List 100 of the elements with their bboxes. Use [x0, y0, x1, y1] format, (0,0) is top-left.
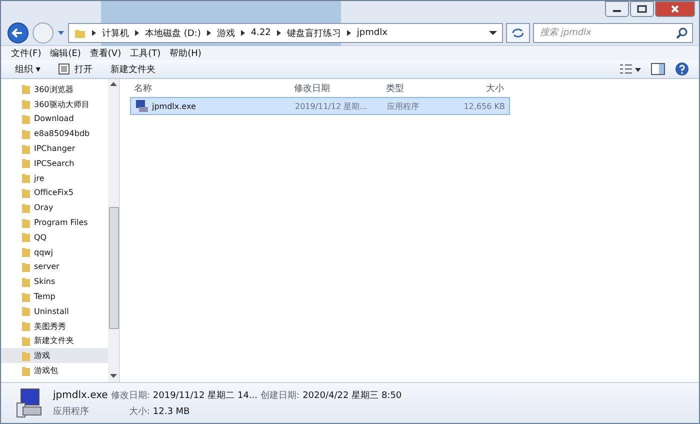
- folder-item[interactable]: IPCSearch: [1, 156, 108, 171]
- folder-icon: [21, 157, 31, 170]
- folder-item[interactable]: jre: [1, 170, 108, 186]
- back-icon[interactable]: [7, 22, 29, 44]
- folder-icon: [21, 128, 31, 140]
- folder-icon: [21, 334, 31, 347]
- folder-item[interactable]: Temp: [1, 289, 108, 304]
- breadcrumb-item[interactable]: jpmdlx: [356, 28, 388, 38]
- menu-item[interactable]: 工具(T): [130, 46, 161, 60]
- breadcrumb-item[interactable]: 游戏: [216, 26, 235, 40]
- chevron-icon: [276, 29, 282, 37]
- folder-label: OfficeFix5: [34, 188, 74, 198]
- folder-icon: [21, 364, 31, 377]
- menu-item[interactable]: 查看(V): [90, 46, 122, 60]
- search-field[interactable]: 搜索 jpmdlx: [533, 23, 693, 43]
- address-bar[interactable]: 计算机 本地磁盘 (D:) 游戏 4.22 键盘盲打练习 jpmdlx: [68, 23, 503, 43]
- folder-item[interactable]: Download: [1, 112, 108, 126]
- folder-icon: [21, 98, 31, 110]
- folder-item[interactable]: server: [1, 260, 108, 274]
- folder-label: 美图秀秀: [34, 320, 66, 332]
- folder-icon: [21, 350, 31, 362]
- folder-item[interactable]: 游戏包: [1, 363, 108, 378]
- table-cell-text: 应用程序: [386, 100, 420, 112]
- folder-icon: [21, 231, 31, 244]
- view-options-icon[interactable]: [619, 63, 641, 75]
- column-header[interactable]: 大小: [452, 82, 508, 94]
- created-label: 创建日期:: [260, 390, 300, 402]
- chevron-icon: [240, 29, 246, 37]
- document-icon: [58, 63, 70, 75]
- maximize-button[interactable]: [630, 1, 654, 17]
- folder-item[interactable]: QQ: [1, 230, 108, 245]
- search-icon: [676, 27, 688, 39]
- folder-label: e8a85094bdb: [34, 129, 90, 138]
- column-header[interactable]: 修改日期: [290, 82, 382, 94]
- folder-label: jre: [34, 174, 44, 183]
- folder-item[interactable]: Skins: [1, 274, 108, 290]
- file-row[interactable]: jpmdlx.exe 2019/11/12 星期... 应用程序 12,656 KB: [130, 97, 510, 115]
- breadcrumb-item[interactable]: 计算机: [102, 26, 129, 40]
- close-button[interactable]: [655, 1, 695, 17]
- search-input[interactable]: 搜索 jpmdlx: [538, 27, 676, 39]
- folder-icon: [21, 320, 31, 332]
- modified-label: 修改日期:: [110, 390, 150, 402]
- column-header[interactable]: 名称: [130, 82, 290, 94]
- folder-item[interactable]: 游戏: [1, 348, 108, 364]
- modified-value: 2019/11/12 星期二 14...: [152, 390, 258, 402]
- breadcrumb-item[interactable]: 4.22: [250, 28, 271, 38]
- menu-item[interactable]: 帮助(H): [170, 46, 202, 60]
- folder-item[interactable]: e8a85094bdb: [1, 126, 108, 142]
- folder-item[interactable]: qqwj: [1, 244, 108, 260]
- organize-button[interactable]: 组织 ▾: [11, 62, 44, 76]
- scroll-down-icon[interactable]: [110, 374, 117, 379]
- open-button[interactable]: 打开: [54, 62, 96, 76]
- application-icon: [135, 99, 149, 113]
- menu-item[interactable]: 编辑(E): [50, 46, 81, 60]
- folder-label: Program Files: [34, 218, 88, 228]
- folder-icon: [21, 260, 31, 273]
- folder-icon: [21, 202, 31, 214]
- help-icon[interactable]: [675, 62, 689, 76]
- menu-item[interactable]: 文件(F): [11, 46, 42, 60]
- folder-label: QQ: [34, 232, 47, 242]
- folder-label: server: [34, 262, 60, 272]
- minimize-button[interactable]: [605, 1, 629, 17]
- refresh-button[interactable]: [506, 23, 530, 43]
- chevron-icon: [91, 29, 97, 37]
- preview-pane-icon[interactable]: [651, 63, 665, 75]
- folder-icon: [21, 112, 31, 125]
- folder-label: 游戏包: [34, 365, 58, 376]
- file-type: 应用程序: [53, 406, 90, 418]
- folder-label: 360浏览器: [34, 84, 74, 95]
- folder-item[interactable]: 美图秀秀: [1, 318, 108, 334]
- folder-label: 360驱动大师目: [34, 98, 90, 110]
- new-folder-button[interactable]: 新建文件夹: [106, 62, 160, 76]
- column-header[interactable]: 类型: [382, 82, 452, 94]
- folder-item[interactable]: IPChanger: [1, 141, 108, 156]
- folder-item[interactable]: 新建文件夹: [1, 334, 108, 348]
- folder-item[interactable]: Uninstall: [1, 304, 108, 319]
- folder-item[interactable]: Oray: [1, 200, 108, 216]
- breadcrumb-item[interactable]: 键盘盲打练习: [286, 26, 341, 40]
- breadcrumb-item[interactable]: 本地磁盘 (D:): [145, 26, 201, 40]
- folder-icon: [21, 186, 31, 199]
- file-name: jpmdlx.exe: [152, 102, 196, 110]
- dropdown-icon[interactable]: [489, 30, 497, 36]
- folder-label: 游戏: [34, 350, 50, 362]
- scrollbar[interactable]: [108, 79, 119, 382]
- folder-icon: [21, 83, 31, 96]
- table-cell-text: 12,656 KB: [462, 102, 506, 110]
- folder-icon: [21, 142, 31, 155]
- chevron-icon: [134, 29, 140, 37]
- size-label: 大小:: [128, 406, 150, 418]
- folder-item[interactable]: Program Files: [1, 215, 108, 230]
- folder-item[interactable]: OfficeFix5: [1, 186, 108, 200]
- size-value: 12.3 MB: [152, 406, 191, 416]
- folder-icon: [21, 305, 31, 318]
- folder-label: Uninstall: [34, 306, 69, 316]
- folder-icon: [21, 216, 31, 229]
- file-name: jpmdlx.exe: [53, 390, 108, 400]
- folder-item[interactable]: 360浏览器: [1, 82, 108, 97]
- folder-icon: [21, 290, 31, 303]
- scroll-up-icon[interactable]: [110, 82, 117, 87]
- folder-item[interactable]: 360驱动大师目: [1, 96, 108, 112]
